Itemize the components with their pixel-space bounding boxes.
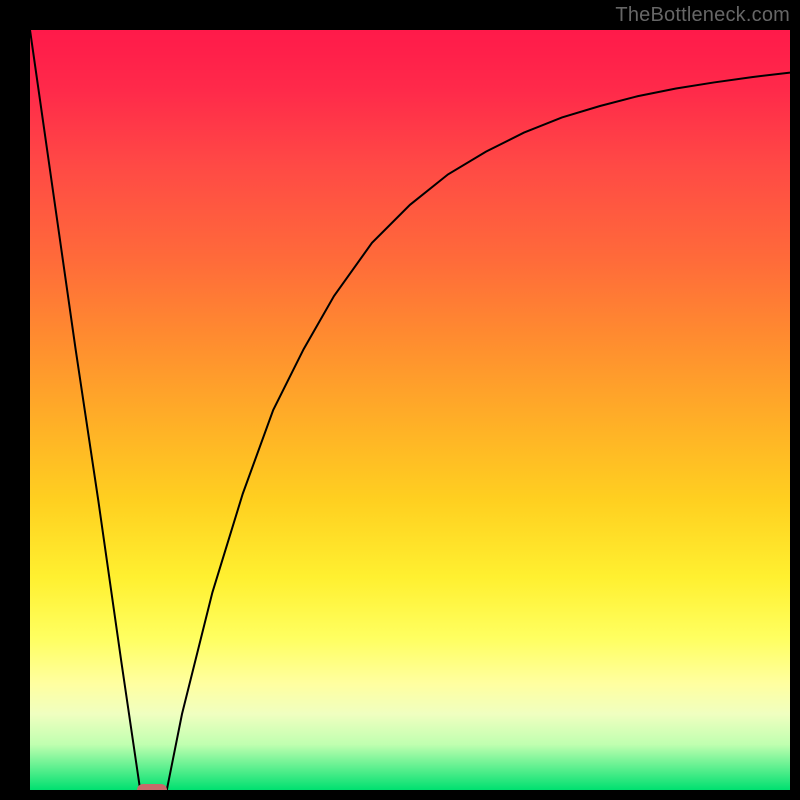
curve-left-branch	[30, 30, 140, 790]
plot-area	[30, 30, 790, 790]
bottleneck-marker	[137, 784, 167, 790]
chart-frame: TheBottleneck.com	[0, 0, 800, 800]
curve-svg	[30, 30, 790, 790]
watermark-text: TheBottleneck.com	[615, 4, 790, 27]
curve-right-branch	[167, 73, 790, 790]
